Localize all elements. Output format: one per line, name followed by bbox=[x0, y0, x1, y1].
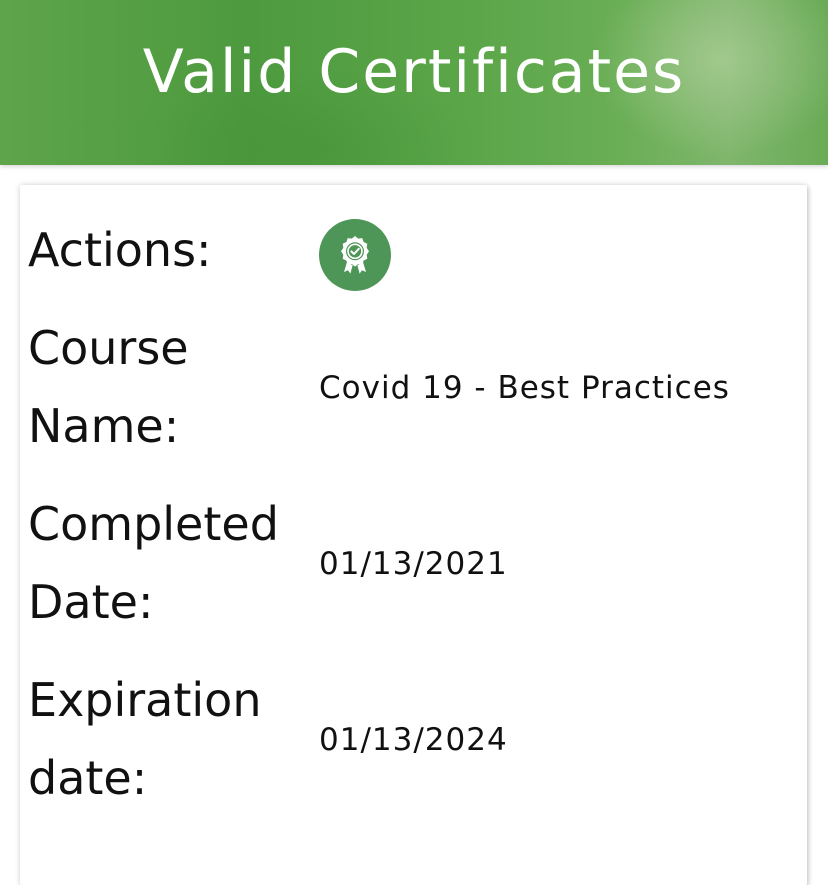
certificate-card: Actions: Course Name: Covid 19 - Best Pr… bbox=[20, 185, 807, 885]
certificate-ribbon-icon bbox=[341, 236, 369, 274]
expiration-date-value: 01/13/2024 bbox=[319, 722, 508, 758]
completed-date-label: Completed Date: bbox=[28, 497, 279, 629]
course-name-value: Covid 19 - Best Practices bbox=[319, 370, 730, 406]
course-name-label: Course Name: bbox=[28, 321, 189, 453]
expiration-date-label: Expiration date: bbox=[28, 673, 262, 805]
course-name-row: Course Name: Covid 19 - Best Practices bbox=[28, 309, 798, 465]
completed-date-value: 01/13/2021 bbox=[319, 546, 508, 582]
completed-date-row: Completed Date: 01/13/2021 bbox=[28, 485, 798, 641]
page-header: Valid Certificates bbox=[0, 0, 828, 165]
view-certificate-button[interactable] bbox=[319, 219, 391, 291]
actions-label: Actions: bbox=[28, 223, 212, 277]
page-title: Valid Certificates bbox=[142, 37, 686, 107]
actions-row: Actions: bbox=[28, 211, 798, 291]
expiration-date-row: Expiration date: 01/13/2024 bbox=[28, 661, 798, 817]
